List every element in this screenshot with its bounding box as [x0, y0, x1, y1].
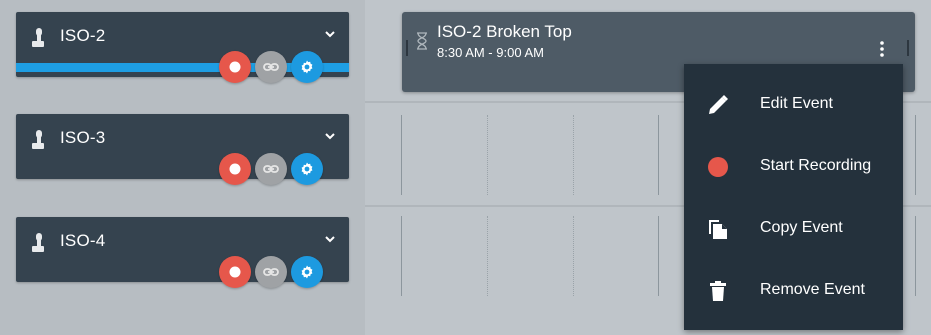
hourglass-icon	[417, 32, 427, 50]
grid-line	[915, 216, 916, 296]
settings-button[interactable]	[291, 153, 323, 185]
joystick-icon	[32, 130, 44, 149]
grid-line	[401, 216, 402, 296]
menu-item-label: Remove Event	[760, 281, 865, 298]
grid-line	[487, 115, 488, 195]
resize-handle-right[interactable]	[907, 40, 909, 56]
pencil-icon	[709, 95, 728, 114]
source-card-iso-2[interactable]: ISO-2	[16, 12, 349, 83]
settings-button[interactable]	[291, 256, 323, 288]
menu-item-label: Copy Event	[760, 219, 843, 236]
copy-icon	[709, 220, 727, 239]
grid-line	[573, 115, 574, 195]
grid-line	[658, 115, 659, 195]
joystick-icon	[32, 233, 44, 252]
menu-item-remove-event[interactable]: Remove Event	[684, 259, 903, 321]
gear-icon	[301, 162, 313, 176]
grid-line	[573, 216, 574, 296]
scheduler-view: ISO-2 ISO-3 ISO-4 ISO-2 Broken Top 8:30 …	[0, 0, 931, 335]
menu-item-label: Start Recording	[760, 157, 872, 174]
source-label: ISO-2	[60, 26, 106, 45]
record-icon	[229, 163, 241, 175]
link-button[interactable]	[255, 51, 287, 83]
resize-handle-left[interactable]	[406, 40, 408, 56]
joystick-icon	[32, 28, 44, 47]
source-label: ISO-4	[60, 231, 106, 250]
event-context-menu: Edit Event Start Recording Copy Event Re…	[684, 64, 903, 330]
gear-icon	[301, 265, 313, 279]
record-icon	[229, 266, 241, 278]
menu-item-copy-event[interactable]: Copy Event	[684, 197, 903, 259]
record-icon	[229, 61, 241, 73]
gear-icon	[301, 60, 313, 74]
grid-line	[658, 216, 659, 296]
trash-icon	[710, 281, 726, 301]
record-button[interactable]	[219, 51, 251, 83]
link-icon	[263, 63, 279, 71]
grid-line	[401, 115, 402, 195]
grid-line	[487, 216, 488, 296]
settings-button[interactable]	[291, 51, 323, 83]
link-icon	[263, 165, 279, 173]
chevron-down-icon[interactable]	[323, 232, 337, 246]
link-button[interactable]	[255, 256, 287, 288]
source-label: ISO-3	[60, 128, 106, 147]
source-card-iso-3[interactable]: ISO-3	[16, 114, 349, 185]
chevron-down-icon[interactable]	[323, 129, 337, 143]
menu-item-start-recording[interactable]: Start Recording	[684, 135, 903, 197]
link-icon	[263, 268, 279, 276]
link-button[interactable]	[255, 153, 287, 185]
event-time: 8:30 AM - 9:00 AM	[437, 45, 544, 60]
grid-line	[915, 115, 916, 195]
source-card-iso-4[interactable]: ISO-4	[16, 217, 349, 288]
record-icon	[708, 157, 728, 177]
record-button[interactable]	[219, 256, 251, 288]
chevron-down-icon[interactable]	[323, 27, 337, 41]
menu-item-edit-event[interactable]: Edit Event	[684, 73, 903, 135]
menu-item-label: Edit Event	[760, 95, 833, 112]
more-vert-icon[interactable]	[872, 39, 892, 59]
event-title: ISO-2 Broken Top	[437, 22, 572, 41]
record-button[interactable]	[219, 153, 251, 185]
